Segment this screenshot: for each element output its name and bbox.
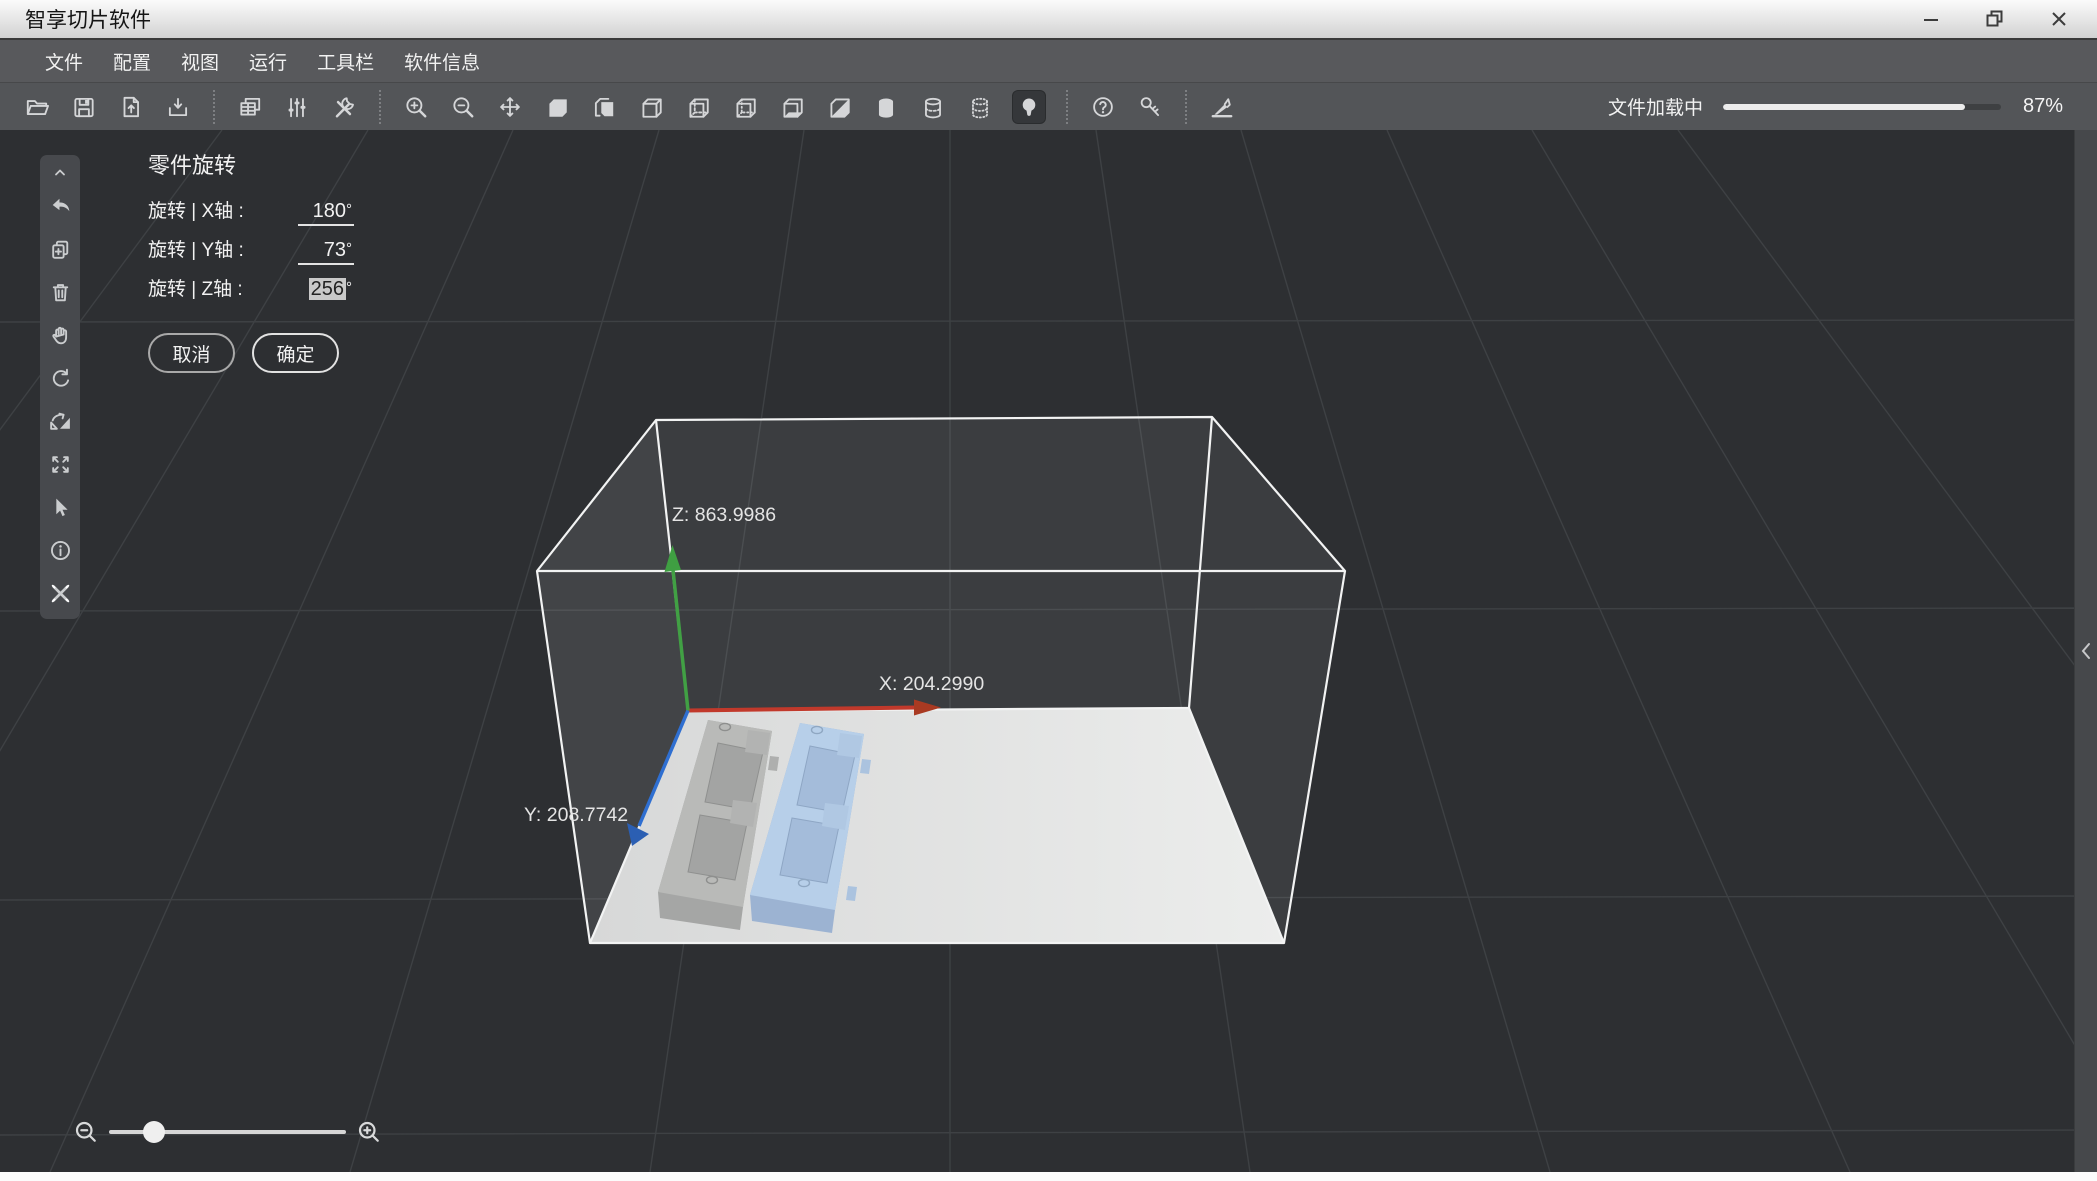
zoom-control	[72, 1118, 383, 1146]
progress-bar	[1722, 103, 2001, 110]
menu-view[interactable]: 视图	[166, 40, 234, 82]
sidebar	[40, 155, 80, 619]
undo-button[interactable]	[40, 185, 80, 228]
rotate-y-label: 旋转 | Y轴 :	[148, 240, 244, 261]
undo-icon	[52, 198, 69, 212]
axis-z-label: Z: 863.9986	[672, 504, 776, 526]
zoom-out-small-icon[interactable]	[72, 1118, 100, 1146]
rotation-panel: 零件旋转 旋转 | X轴 : 180° 旋转 | Y轴 : 73° 旋转 | Z…	[148, 148, 354, 373]
menu-config[interactable]: 配置	[98, 40, 166, 82]
window-title: 智享切片软件	[25, 9, 151, 32]
expand-arrows-icon	[51, 456, 69, 473]
axis-y-label: Y: 208.7742	[524, 804, 628, 826]
bottom-strip	[0, 1172, 2097, 1181]
toolbar: 文件加载中 87%	[0, 82, 2097, 130]
mirror-button[interactable]	[40, 400, 80, 443]
axis-x-label: X: 204.2990	[879, 673, 984, 695]
hand-icon	[51, 326, 67, 345]
menu-toolbar[interactable]: 工具栏	[302, 40, 389, 82]
right-panel-strip	[2074, 130, 2097, 1172]
view-solid-icon[interactable]	[542, 92, 572, 122]
rotate-x-row: 旋转 | X轴 : 180°	[148, 196, 354, 235]
adjust-settings-icon[interactable]	[282, 92, 312, 122]
duplicate-icon	[51, 240, 68, 259]
zoom-slider[interactable]	[109, 1121, 346, 1143]
rotate-y-row: 旋转 | Y轴 : 73°	[148, 235, 354, 274]
save-icon[interactable]	[69, 92, 99, 122]
viewport: Z: 863.9986 X: 204.2990 Y: 208.7742 零件旋转…	[0, 130, 2097, 1172]
chevron-up-icon	[55, 169, 65, 176]
view-dashed-alt-icon[interactable]	[730, 92, 760, 122]
cursor-icon	[55, 498, 68, 517]
menu-about[interactable]: 软件信息	[389, 40, 495, 82]
confirm-button[interactable]: 确定	[252, 333, 339, 373]
info-icon	[50, 541, 70, 560]
view-half-section-icon[interactable]	[824, 92, 854, 122]
toolbar-separator	[1185, 89, 1187, 124]
crossed-tools-icon	[51, 584, 69, 603]
zoom-slider-handle[interactable]	[143, 1121, 166, 1143]
tools-icon[interactable]	[329, 92, 359, 122]
window-controls	[1911, 4, 2079, 34]
expand-right-panel-button[interactable]	[2079, 641, 2093, 661]
zoom-in-icon[interactable]	[401, 92, 431, 122]
rotate-z-input[interactable]: 256 °	[298, 278, 354, 304]
fit-view-button[interactable]	[40, 443, 80, 486]
trash-icon	[52, 284, 68, 302]
open-file-icon[interactable]	[22, 92, 52, 122]
duplicate-button[interactable]	[40, 228, 80, 271]
toolbar-separator	[1066, 89, 1068, 124]
menu-run[interactable]: 运行	[234, 40, 302, 82]
rotate-ccw-icon	[52, 368, 69, 387]
view-wireframe-icon[interactable]	[636, 92, 666, 122]
info-button[interactable]	[40, 529, 80, 572]
rotate-y-input[interactable]: 73°	[298, 239, 354, 265]
license-key-icon[interactable]	[1135, 92, 1165, 122]
rotate-z-label: 旋转 | Z轴 :	[148, 279, 243, 300]
cancel-button[interactable]: 取消	[148, 333, 235, 373]
repair-button[interactable]	[40, 572, 80, 615]
toggle-light-icon[interactable]	[1012, 89, 1046, 124]
zoom-out-icon[interactable]	[448, 92, 478, 122]
minimize-button[interactable]	[1911, 4, 1951, 34]
select-button[interactable]	[40, 486, 80, 529]
close-icon	[2052, 12, 2066, 26]
mirror-flip-icon	[49, 412, 70, 430]
delete-button[interactable]	[40, 271, 80, 314]
copy-plate-icon[interactable]	[235, 92, 265, 122]
toolbar-separator	[379, 89, 381, 124]
menubar: 文件 配置 视图 运行 工具栏 软件信息	[0, 40, 2097, 82]
restore-button[interactable]	[1975, 4, 2015, 34]
import-model-icon[interactable]	[163, 92, 193, 122]
collapse-sidebar-button[interactable]	[40, 159, 80, 185]
move-icon[interactable]	[495, 92, 525, 122]
loading-label: 文件加载中	[1607, 98, 1703, 119]
cylinder-solid-icon[interactable]	[871, 92, 901, 122]
rotate-x-label: 旋转 | X轴 :	[148, 201, 244, 222]
annotate-icon[interactable]	[1207, 92, 1237, 122]
help-icon[interactable]	[1088, 92, 1118, 122]
titlebar: 智享切片软件	[0, 0, 2097, 40]
rotation-panel-buttons: 取消 确定	[148, 333, 354, 373]
cylinder-points-icon[interactable]	[965, 92, 995, 122]
view-dashed-icon[interactable]	[683, 92, 713, 122]
export-model-icon[interactable]	[116, 92, 146, 122]
minimize-icon	[1924, 19, 1938, 21]
rotate-z-row: 旋转 | Z轴 : 256 °	[148, 274, 354, 313]
toolbar-separator	[213, 89, 215, 124]
progress-percent: 87%	[2022, 95, 2063, 117]
cylinder-wireframe-icon[interactable]	[918, 92, 948, 122]
rotation-panel-title: 零件旋转	[148, 153, 237, 178]
view-page-icon[interactable]	[589, 92, 619, 122]
zoom-in-small-icon[interactable]	[355, 1118, 383, 1146]
close-button[interactable]	[2039, 4, 2079, 34]
loading-status: 文件加载中 87%	[1608, 93, 2063, 120]
menu-file[interactable]: 文件	[30, 40, 98, 82]
view-floor-icon[interactable]	[777, 92, 807, 122]
restore-icon	[1986, 10, 2003, 27]
rotate-view-button[interactable]	[40, 357, 80, 400]
progress-fill	[1722, 103, 1965, 110]
rotate-x-input[interactable]: 180°	[298, 200, 354, 226]
pan-button[interactable]	[40, 314, 80, 357]
